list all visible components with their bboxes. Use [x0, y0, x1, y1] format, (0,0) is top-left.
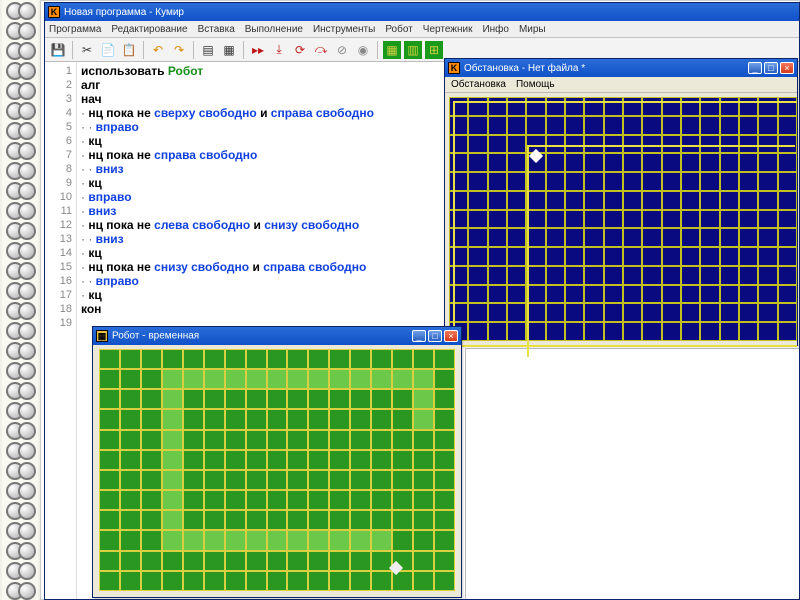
- grid1-icon[interactable]: ▦: [383, 41, 401, 59]
- robot-grid[interactable]: [99, 349, 455, 591]
- robot-icon: ▦: [96, 330, 108, 342]
- grid3-icon[interactable]: ⊞: [425, 41, 443, 59]
- step-icon[interactable]: ⤓: [270, 41, 288, 59]
- close-icon[interactable]: ×: [444, 330, 458, 342]
- globe-icon[interactable]: ◉: [354, 41, 372, 59]
- robot-titlebar[interactable]: ▦ Робот - временная _ □ ×: [93, 327, 461, 345]
- menu-Выполнение[interactable]: Выполнение: [245, 24, 303, 35]
- output-pane: [465, 348, 799, 599]
- robot-window[interactable]: ▦ Робот - временная _ □ ×: [92, 326, 462, 598]
- obst-icon: K: [448, 62, 460, 74]
- menu-Редактирование[interactable]: Редактирование: [111, 24, 187, 35]
- undo-icon[interactable]: ↶: [149, 41, 167, 59]
- skip-icon[interactable]: ⤼: [312, 41, 330, 59]
- menu-Инструменты[interactable]: Инструменты: [313, 24, 375, 35]
- minimize-icon[interactable]: _: [748, 62, 762, 74]
- grid2-icon[interactable]: ▥: [404, 41, 422, 59]
- main-title: Новая программа - Кумир: [64, 7, 184, 18]
- copy-icon[interactable]: 📄: [99, 41, 117, 59]
- app-icon: K: [48, 6, 60, 18]
- menubar[interactable]: Программа Редактирование Вставка Выполнение…: [45, 21, 799, 38]
- redo-icon[interactable]: ↷: [170, 41, 188, 59]
- maximize-icon[interactable]: □: [764, 62, 778, 74]
- menu-Робот[interactable]: Робот: [385, 24, 412, 35]
- close-icon[interactable]: ×: [780, 62, 794, 74]
- menu-Чертежник[interactable]: Чертежник: [423, 24, 473, 35]
- stop-icon[interactable]: ⊘: [333, 41, 351, 59]
- spiral-binding: [2, 0, 38, 600]
- obstanovka-window[interactable]: K Обстановка - Нет файла * _ □ × Обстанов…: [444, 58, 798, 346]
- obst-wall2: [453, 101, 797, 347]
- paste-icon[interactable]: 📋: [120, 41, 138, 59]
- sheet-icon[interactable]: ▦: [220, 41, 238, 59]
- robot-title: Робот - временная: [112, 331, 199, 342]
- save-icon[interactable]: 💾: [49, 41, 67, 59]
- main-titlebar: K Новая программа - Кумир: [45, 3, 799, 21]
- cut-icon[interactable]: ✂: [78, 41, 96, 59]
- menu-Миры[interactable]: Миры: [519, 24, 546, 35]
- maximize-icon[interactable]: □: [428, 330, 442, 342]
- menu-Инфо[interactable]: Инфо: [482, 24, 509, 35]
- minimize-icon[interactable]: _: [412, 330, 426, 342]
- obst-menu[interactable]: ОбстановкаПомощь: [445, 77, 797, 93]
- list-icon[interactable]: ▤: [199, 41, 217, 59]
- menu-Программа[interactable]: Программа: [49, 24, 101, 35]
- loop-icon[interactable]: ⟳: [291, 41, 309, 59]
- menu-Вставка[interactable]: Вставка: [198, 24, 235, 35]
- obst-titlebar[interactable]: K Обстановка - Нет файла * _ □ ×: [445, 59, 797, 77]
- line-gutter: 12345678910111213141516171819: [45, 62, 77, 599]
- run-red-icon[interactable]: ▸▸: [249, 41, 267, 59]
- obst-title: Обстановка - Нет файла *: [464, 63, 585, 74]
